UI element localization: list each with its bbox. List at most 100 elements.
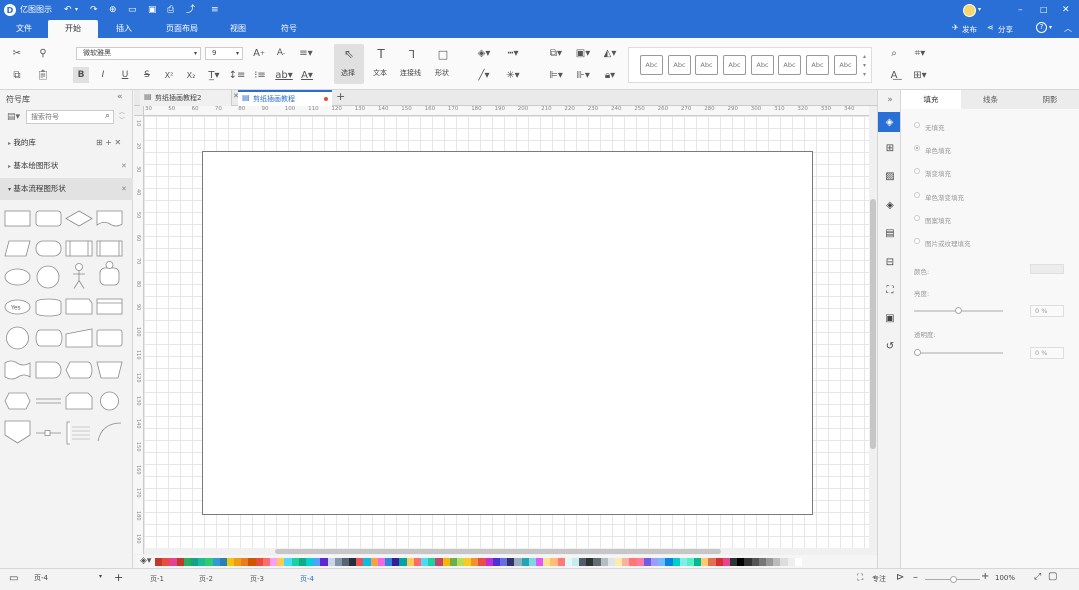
color-swatch[interactable] — [420, 558, 429, 566]
color-swatch[interactable] — [500, 558, 508, 566]
color-swatch[interactable] — [449, 558, 457, 566]
color-swatch[interactable] — [219, 558, 227, 566]
color-swatch[interactable] — [607, 558, 615, 566]
color-swatch[interactable] — [650, 558, 659, 566]
color-swatch[interactable] — [579, 558, 587, 566]
italic-button[interactable]: I — [95, 67, 111, 83]
drawing-page[interactable] — [202, 151, 813, 515]
flip-icon[interactable]: ◭▾ — [600, 46, 620, 60]
undo-dropdown-icon[interactable]: ▾ — [75, 0, 78, 20]
page-panel-icon[interactable]: ▤ — [884, 227, 896, 239]
share-icon[interactable]: ⋖ — [987, 23, 994, 32]
image-panel-icon[interactable]: ▨ — [884, 170, 896, 182]
data-panel-icon[interactable]: ⊟ — [884, 256, 896, 268]
underline-button[interactable]: U — [117, 67, 133, 83]
color-swatch[interactable] — [478, 558, 486, 566]
spell-check-icon[interactable]: A͟ — [886, 68, 902, 82]
circle-shape[interactable] — [36, 265, 60, 289]
text-highlight-icon[interactable]: ab▾ — [274, 67, 294, 83]
lock-icon[interactable]: 🔒︎▾ — [600, 68, 620, 82]
color-swatch[interactable] — [341, 558, 350, 566]
user-avatar[interactable] — [963, 4, 976, 17]
add-page-icon[interactable]: + — [114, 571, 123, 584]
color-swatch[interactable] — [708, 558, 716, 566]
color-swatch[interactable] — [327, 558, 335, 566]
transparency-slider[interactable] — [914, 352, 1003, 354]
crop-icon[interactable]: ⌗▾ — [910, 46, 930, 60]
document-shape[interactable] — [96, 210, 123, 227]
fit-panel-icon[interactable]: ⛶ — [884, 284, 896, 296]
library-actions-icon[interactable]: ⊞ + ✕ — [96, 132, 121, 154]
annotation-shape[interactable] — [66, 421, 90, 445]
delay-shape[interactable] — [35, 361, 62, 379]
menu-view[interactable]: 视图 — [218, 20, 258, 38]
color-swatch[interactable] — [730, 558, 738, 566]
page-tab[interactable]: 页-3 — [250, 569, 264, 589]
style-preset[interactable]: Abc — [668, 55, 691, 75]
print-icon[interactable]: ⎙ — [167, 0, 174, 20]
brightness-input[interactable]: 0 % — [1030, 305, 1064, 317]
color-swatch[interactable] — [284, 558, 292, 566]
color-swatch[interactable] — [248, 558, 256, 566]
transparency-slider-handle[interactable] — [914, 349, 921, 356]
stored-data-shape[interactable] — [96, 240, 123, 257]
color-swatch[interactable] — [241, 558, 249, 566]
color-swatch[interactable] — [198, 558, 206, 566]
increase-font-icon[interactable]: A + — [252, 46, 266, 60]
color-swatch[interactable] — [737, 558, 745, 566]
process-shape[interactable] — [4, 210, 31, 227]
close-library-icon[interactable]: ✕ — [121, 155, 127, 177]
loop-limit-shape[interactable] — [65, 392, 93, 410]
color-swatch[interactable] — [428, 558, 436, 566]
close-library-icon[interactable]: ✕ — [121, 178, 127, 200]
color-swatch[interactable] — [399, 558, 407, 566]
radio-solid-fill[interactable] — [914, 145, 920, 151]
arc-shape[interactable] — [97, 422, 122, 442]
internal-storage-shape[interactable] — [96, 298, 123, 315]
search-icon[interactable]: ⌕ — [105, 111, 110, 121]
effects-icon[interactable]: ✳▾ — [502, 68, 524, 82]
color-swatch[interactable] — [370, 558, 378, 566]
vertical-scrollbar[interactable] — [869, 116, 877, 548]
style-preset[interactable]: Abc — [778, 55, 801, 75]
connector-tool-button[interactable]: ⅂ 连接线 — [398, 44, 426, 84]
radio-gradient-fill[interactable] — [914, 168, 920, 174]
color-swatch[interactable] — [571, 558, 580, 566]
style-preset[interactable]: Abc — [806, 55, 829, 75]
document-tab-active[interactable]: ▤ 剪纸插画教程 — [238, 90, 332, 106]
collapse-ribbon-icon[interactable]: ︿ — [1064, 23, 1072, 34]
arrow-connector-shape[interactable] — [36, 430, 61, 436]
color-swatch[interactable] — [557, 558, 565, 566]
color-swatch[interactable] — [780, 558, 788, 566]
page-tab-active[interactable]: 页-4 — [300, 569, 314, 589]
color-swatch[interactable] — [226, 558, 235, 566]
fill-bucket-icon[interactable]: ◈▾ — [140, 556, 151, 566]
color-swatch[interactable] — [622, 558, 630, 566]
color-swatch[interactable] — [514, 558, 522, 566]
search-field[interactable] — [27, 111, 97, 123]
color-swatch[interactable] — [679, 558, 687, 566]
library-scroll-icon[interactable]: ︿ ﹀ — [119, 109, 125, 125]
color-swatch[interactable] — [744, 558, 752, 566]
off-page-shape[interactable] — [96, 329, 123, 347]
zoom-level[interactable]: 100% — [995, 574, 1015, 582]
basic-shapes-row[interactable]: ▸ 基本绘图形状 ✕ — [0, 155, 133, 177]
my-library-row[interactable]: ▸ 我的库 ⊞ + ✕ — [0, 132, 133, 154]
rounded-process-shape[interactable] — [35, 210, 62, 227]
color-swatch[interactable] — [212, 558, 220, 566]
bold-button[interactable]: B — [73, 67, 89, 83]
style-preset[interactable]: Abc — [834, 55, 857, 75]
summing-junction-shape[interactable] — [100, 391, 119, 411]
color-swatch[interactable] — [543, 558, 551, 566]
color-swatch[interactable] — [205, 558, 213, 566]
new-icon[interactable]: ⊕ — [109, 0, 117, 20]
color-swatch[interactable] — [751, 558, 759, 566]
menu-home[interactable]: 开始 — [48, 20, 98, 38]
color-swatch[interactable] — [356, 558, 364, 566]
find-replace-icon[interactable]: ⌕ — [886, 46, 902, 60]
radio-single-gradient-fill[interactable] — [914, 192, 920, 198]
close-icon[interactable]: ✕ — [1062, 0, 1070, 20]
history-panel-icon[interactable]: ↺ — [884, 340, 896, 352]
direct-data-shape[interactable] — [35, 329, 63, 347]
style-preset[interactable]: Abc — [695, 55, 718, 75]
